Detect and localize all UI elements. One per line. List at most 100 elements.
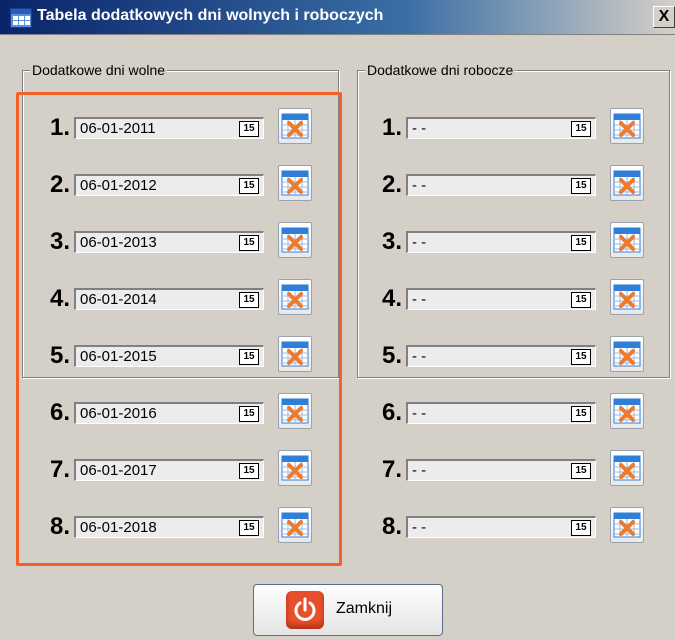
free-day-date-value: 06-01-2018 bbox=[80, 519, 157, 536]
working-day-row-number: 1. bbox=[381, 114, 402, 141]
working-day-row: 5. - - 15 bbox=[370, 336, 660, 376]
free-day-date-field[interactable]: 06-01-2013 15 bbox=[74, 231, 264, 253]
free-day-row: 2. 06-01-2012 15 bbox=[38, 165, 328, 205]
working-day-clear-button[interactable] bbox=[610, 507, 644, 543]
calendar-icon[interactable]: 15 bbox=[239, 292, 259, 308]
working-day-clear-button[interactable] bbox=[610, 279, 644, 315]
free-day-date-field[interactable]: 06-01-2012 15 bbox=[74, 174, 264, 196]
calendar-icon[interactable]: 15 bbox=[571, 292, 591, 308]
working-day-date-field[interactable]: - - 15 bbox=[406, 288, 596, 310]
calendar-icon[interactable]: 15 bbox=[571, 178, 591, 194]
free-day-row-number: 5. bbox=[49, 342, 70, 369]
free-day-row: 6. 06-01-2016 15 bbox=[38, 393, 328, 433]
working-day-date-field[interactable]: - - 15 bbox=[406, 402, 596, 424]
working-day-row-number: 4. bbox=[381, 285, 402, 312]
working-day-row-number: 2. bbox=[381, 171, 402, 198]
calendar-clear-icon bbox=[613, 512, 641, 538]
working-day-row-number: 8. bbox=[381, 513, 402, 540]
calendar-icon[interactable]: 15 bbox=[239, 121, 259, 137]
working-day-clear-button[interactable] bbox=[610, 222, 644, 258]
calendar-icon[interactable]: 15 bbox=[571, 463, 591, 479]
working-day-date-field[interactable]: - - 15 bbox=[406, 174, 596, 196]
working-day-date-value: - - bbox=[412, 234, 427, 251]
title-bar: Tabela dodatkowych dni wolnych i roboczy… bbox=[0, 0, 675, 35]
working-day-date-value: - - bbox=[412, 177, 427, 194]
close-dialog-button-label: Zamknij bbox=[336, 600, 393, 617]
free-day-row: 4. 06-01-2014 15 bbox=[38, 279, 328, 319]
working-day-date-field[interactable]: - - 15 bbox=[406, 345, 596, 367]
free-day-clear-button[interactable] bbox=[278, 450, 312, 486]
calendar-clear-icon bbox=[613, 455, 641, 481]
free-day-clear-button[interactable] bbox=[278, 336, 312, 372]
free-day-date-field[interactable]: 06-01-2017 15 bbox=[74, 459, 264, 481]
free-day-row: 8. 06-01-2018 15 bbox=[38, 507, 328, 547]
working-day-row-number: 7. bbox=[381, 456, 402, 483]
working-day-clear-button[interactable] bbox=[610, 393, 644, 429]
calendar-clear-icon bbox=[281, 227, 309, 253]
calendar-icon[interactable]: 15 bbox=[571, 235, 591, 251]
calendar-icon[interactable]: 15 bbox=[571, 520, 591, 536]
calendar-clear-icon bbox=[281, 512, 309, 538]
free-day-date-value: 06-01-2012 bbox=[80, 177, 157, 194]
free-day-date-field[interactable]: 06-01-2015 15 bbox=[74, 345, 264, 367]
working-day-clear-button[interactable] bbox=[610, 336, 644, 372]
calendar-icon[interactable]: 15 bbox=[239, 235, 259, 251]
calendar-clear-icon bbox=[281, 341, 309, 367]
free-day-row-number: 3. bbox=[49, 228, 70, 255]
working-day-row-number: 6. bbox=[381, 399, 402, 426]
free-day-row-number: 8. bbox=[49, 513, 70, 540]
free-days-group-label: Dodatkowe dni wolne bbox=[30, 62, 168, 78]
calendar-clear-icon bbox=[613, 284, 641, 310]
free-day-row-number: 1. bbox=[49, 114, 70, 141]
working-day-clear-button[interactable] bbox=[610, 108, 644, 144]
free-day-clear-button[interactable] bbox=[278, 165, 312, 201]
working-day-date-value: - - bbox=[412, 405, 427, 422]
working-days-group-label: Dodatkowe dni robocze bbox=[365, 62, 516, 78]
working-day-clear-button[interactable] bbox=[610, 450, 644, 486]
calendar-clear-icon bbox=[613, 113, 641, 139]
calendar-icon[interactable]: 15 bbox=[239, 463, 259, 479]
calendar-icon[interactable]: 15 bbox=[239, 406, 259, 422]
working-day-row: 6. - - 15 bbox=[370, 393, 660, 433]
calendar-icon[interactable]: 15 bbox=[239, 349, 259, 365]
working-day-date-field[interactable]: - - 15 bbox=[406, 117, 596, 139]
free-day-clear-button[interactable] bbox=[278, 108, 312, 144]
free-day-date-field[interactable]: 06-01-2011 15 bbox=[74, 117, 264, 139]
free-day-date-field[interactable]: 06-01-2016 15 bbox=[74, 402, 264, 424]
calendar-icon[interactable]: 15 bbox=[239, 178, 259, 194]
power-icon bbox=[286, 591, 324, 629]
calendar-clear-icon bbox=[281, 170, 309, 196]
free-day-clear-button[interactable] bbox=[278, 279, 312, 315]
working-day-row: 7. - - 15 bbox=[370, 450, 660, 490]
calendar-icon[interactable]: 15 bbox=[571, 121, 591, 137]
working-day-date-value: - - bbox=[412, 348, 427, 365]
free-day-clear-button[interactable] bbox=[278, 393, 312, 429]
free-day-date-value: 06-01-2014 bbox=[80, 291, 157, 308]
working-day-row: 1. - - 15 bbox=[370, 108, 660, 148]
calendar-icon[interactable]: 15 bbox=[239, 520, 259, 536]
calendar-icon[interactable]: 15 bbox=[571, 406, 591, 422]
working-day-date-field[interactable]: - - 15 bbox=[406, 459, 596, 481]
working-day-date-field[interactable]: - - 15 bbox=[406, 231, 596, 253]
free-day-date-field[interactable]: 06-01-2018 15 bbox=[74, 516, 264, 538]
close-dialog-button[interactable]: Zamknij bbox=[253, 584, 443, 636]
calendar-clear-icon bbox=[613, 227, 641, 253]
window-title: Tabela dodatkowych dni wolnych i roboczy… bbox=[37, 7, 384, 24]
working-day-date-value: - - bbox=[412, 120, 427, 137]
working-day-row: 4. - - 15 bbox=[370, 279, 660, 319]
free-day-date-value: 06-01-2013 bbox=[80, 234, 157, 251]
free-day-date-field[interactable]: 06-01-2014 15 bbox=[74, 288, 264, 310]
free-day-row: 7. 06-01-2017 15 bbox=[38, 450, 328, 490]
working-day-row: 8. - - 15 bbox=[370, 507, 660, 547]
calendar-clear-icon bbox=[281, 455, 309, 481]
working-day-clear-button[interactable] bbox=[610, 165, 644, 201]
calendar-icon[interactable]: 15 bbox=[571, 349, 591, 365]
free-day-row-number: 7. bbox=[49, 456, 70, 483]
free-day-row: 1. 06-01-2011 15 bbox=[38, 108, 328, 148]
free-day-clear-button[interactable] bbox=[278, 507, 312, 543]
working-day-date-field[interactable]: - - 15 bbox=[406, 516, 596, 538]
window-close-button[interactable]: X bbox=[653, 6, 675, 28]
calendar-clear-icon bbox=[281, 398, 309, 424]
free-day-clear-button[interactable] bbox=[278, 222, 312, 258]
free-day-date-value: 06-01-2015 bbox=[80, 348, 157, 365]
